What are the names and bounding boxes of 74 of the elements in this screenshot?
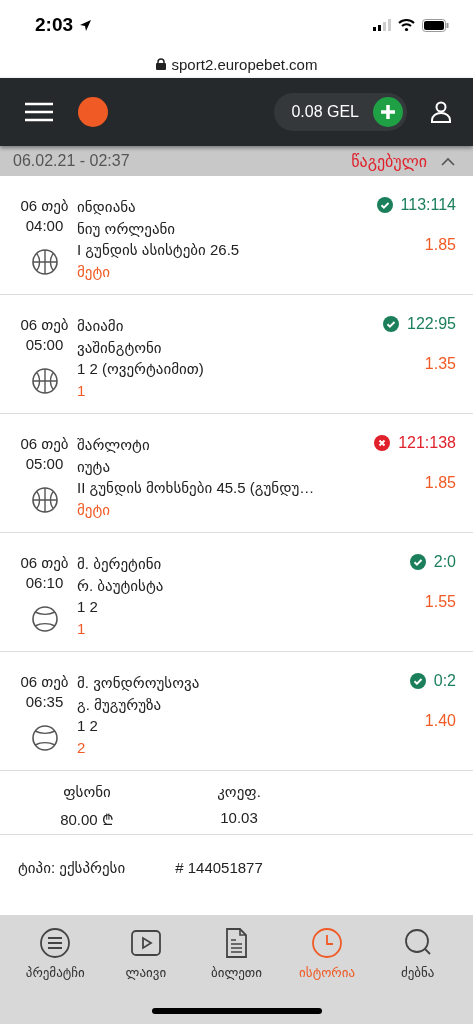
market: 1 2 bbox=[77, 716, 99, 736]
selection: მეტი bbox=[77, 261, 112, 282]
location-arrow-icon bbox=[79, 18, 93, 32]
ticket-status: წაგებული bbox=[351, 151, 427, 171]
score: 122:95 bbox=[407, 315, 456, 333]
team-name: ინდიანა bbox=[77, 197, 137, 217]
list-icon bbox=[39, 927, 72, 959]
match-time: 06:10 bbox=[25, 573, 64, 593]
match-time: 05:00 bbox=[25, 454, 64, 474]
stake-amount: 80.00 ₾ bbox=[60, 810, 114, 829]
odds: 1.40 bbox=[424, 712, 456, 730]
url-text[interactable]: sport2.europebet.com bbox=[171, 55, 318, 73]
team-name: მ. ვონდროუსოვა bbox=[77, 673, 201, 693]
match-time: 04:00 bbox=[25, 216, 64, 236]
match-date: 06 თებ bbox=[20, 196, 69, 216]
match-time: 06:35 bbox=[25, 692, 64, 712]
team-name: მაიამი bbox=[77, 316, 125, 336]
logo[interactable] bbox=[78, 97, 108, 127]
chevron-up-icon[interactable] bbox=[441, 156, 455, 166]
clock: 2:03 bbox=[35, 14, 74, 36]
menu-icon[interactable] bbox=[24, 102, 54, 122]
team-name: გ. მუგურუზა bbox=[77, 694, 163, 715]
match-date: 06 თებ bbox=[20, 553, 69, 573]
match-time: 05:00 bbox=[25, 335, 64, 355]
market: II გუნდის მოხსნები 45.5 (გუნდუ… bbox=[77, 478, 316, 498]
match-date: 06 თებ bbox=[20, 672, 69, 692]
nav-tab[interactable]: ლაივი bbox=[100, 927, 192, 980]
market: 1 2 bbox=[77, 597, 99, 617]
lock-icon bbox=[155, 58, 166, 70]
stake-label: ფსონი bbox=[63, 783, 111, 801]
selection: 1 bbox=[77, 380, 87, 401]
tennis-ball-icon bbox=[31, 606, 58, 632]
signal-icon bbox=[373, 19, 391, 31]
odds: 1.85 bbox=[424, 236, 456, 254]
team-name: მ. ბერეტინი bbox=[77, 554, 163, 574]
selection: 2 bbox=[77, 737, 87, 758]
balance: 0.08 GEL bbox=[291, 103, 359, 121]
odds: 1.85 bbox=[424, 474, 456, 492]
user-icon[interactable] bbox=[431, 101, 451, 123]
basketball-icon bbox=[31, 249, 58, 275]
clock-icon bbox=[311, 927, 344, 959]
match-date: 06 თებ bbox=[20, 315, 69, 335]
battery-icon bbox=[422, 18, 449, 32]
score: 113:114 bbox=[400, 196, 456, 214]
score: 0:2 bbox=[433, 672, 456, 690]
nav-tab[interactable]: ძებნა bbox=[372, 927, 463, 980]
selection: მეტი bbox=[77, 499, 112, 520]
market: I გუნდის ასისტები 26.5 bbox=[77, 240, 241, 260]
ticket-date: 06.02.21 - 02:37 bbox=[13, 152, 131, 170]
score: 2:0 bbox=[433, 553, 456, 571]
play-icon bbox=[129, 927, 162, 959]
wifi-icon bbox=[398, 19, 415, 31]
team-name: ვაშინგტონი bbox=[77, 337, 163, 358]
tennis-ball-icon bbox=[31, 725, 58, 751]
odds: 1.55 bbox=[424, 593, 456, 611]
team-name: შარლოტი bbox=[77, 435, 151, 455]
ticket-number: # 144051877 bbox=[175, 859, 263, 877]
match-date: 06 თებ bbox=[20, 434, 69, 454]
team-name: ნიუ ორლეანი bbox=[77, 218, 177, 239]
total-odds: 10.03 bbox=[220, 809, 258, 826]
add-icon[interactable] bbox=[373, 97, 403, 127]
team-name: რ. ბაუტისტა bbox=[77, 575, 165, 596]
market: 1 2 (ოვერტაიმით) bbox=[77, 359, 205, 379]
basketball-icon bbox=[31, 368, 58, 394]
basketball-icon bbox=[31, 487, 58, 513]
score: 121:138 bbox=[398, 434, 456, 452]
selection: 1 bbox=[77, 618, 87, 639]
odds: 1.35 bbox=[424, 355, 456, 373]
nav-tab[interactable]: პრემატჩი bbox=[10, 927, 101, 980]
odds-label: კოეფ. bbox=[217, 783, 261, 801]
nav-tab[interactable]: ბილეთი bbox=[191, 927, 282, 980]
balance-pill[interactable]: 0.08 GEL bbox=[274, 93, 407, 131]
team-name: იუტა bbox=[77, 456, 112, 477]
bet-type: ტიპი: ექსპრესი bbox=[18, 859, 126, 877]
